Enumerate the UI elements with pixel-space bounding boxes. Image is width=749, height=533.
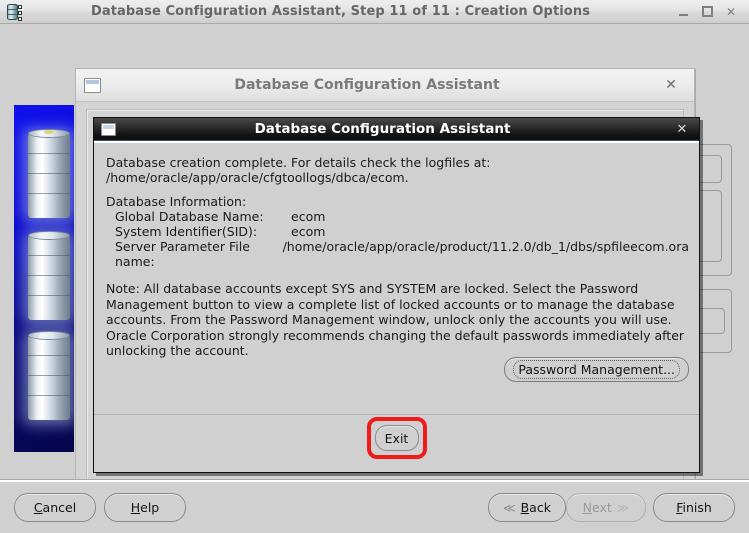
window-body: e... Database Configuration Assistant ✕ … <box>0 24 749 533</box>
close-icon[interactable]: ✕ <box>671 122 693 137</box>
close-icon[interactable]: ✕ <box>658 77 684 93</box>
window-controls: ✕ <box>677 6 737 18</box>
minimize-icon[interactable] <box>677 6 689 18</box>
wizard-button-bar: Cancel Help ≪ Back Next ≫ Finish <box>0 479 749 533</box>
exit-button-wrapper: Exit <box>366 417 427 459</box>
table-row: System Identifier(SID): ecom <box>106 224 689 239</box>
divider <box>0 479 749 480</box>
next-button: Next ≫ <box>566 493 646 522</box>
message-line-2: /home/oracle/app/oracle/cfgtoollogs/dbca… <box>106 170 409 185</box>
database-cylinder-icon <box>28 129 70 218</box>
completion-dialog-title: Database Configuration Assistant <box>254 121 511 137</box>
cancel-mnemonic: C <box>33 500 43 515</box>
info-value: ecom <box>291 209 326 224</box>
password-management-button-label: Password Management... <box>513 360 680 379</box>
info-value: /home/oracle/app/oracle/product/11.2.0/d… <box>282 239 689 254</box>
next-mnemonic: N <box>582 500 592 515</box>
completion-dialog-button-bar: Exit <box>94 414 699 472</box>
help-button[interactable]: Help <box>104 493 186 522</box>
finish-label: inish <box>682 500 712 515</box>
wizard-banner-graphic <box>14 105 74 452</box>
chevron-left-icon: ≪ <box>503 500 516 515</box>
message-line-1: Database creation complete. For details … <box>106 155 491 170</box>
help-label: elp <box>140 500 160 515</box>
table-row: Global Database Name: ecom <box>106 209 689 224</box>
cancel-button[interactable]: Cancel <box>14 493 96 522</box>
completion-dialog-body: Database creation complete. For details … <box>94 141 699 472</box>
completion-dialog: Database Configuration Assistant ✕ Datab… <box>93 117 700 473</box>
chevron-right-icon: ≫ <box>616 500 630 515</box>
screen: Database Configuration Assistant, Step 1… <box>0 0 749 533</box>
window-title: Database Configuration Assistant, Step 1… <box>90 4 591 19</box>
cancel-label: ancel <box>42 500 77 515</box>
database-icon <box>4 2 24 22</box>
database-info-heading: Database Information: <box>106 194 247 209</box>
completion-dialog-titlebar: Database Configuration Assistant ✕ <box>94 118 699 141</box>
middle-dialog-titlebar: Database Configuration Assistant ✕ <box>76 69 694 102</box>
close-icon[interactable]: ✕ <box>725 6 737 18</box>
exit-button[interactable]: Exit <box>374 425 419 451</box>
info-label: System Identifier(SID): <box>115 224 258 239</box>
table-row: Server Parameter File name: /home/oracle… <box>106 239 689 269</box>
database-cylinder-icon <box>28 231 70 320</box>
info-label: Server Parameter File name: <box>115 239 250 269</box>
database-cylinder-icon <box>28 331 70 420</box>
finish-button[interactable]: Finish <box>653 493 735 522</box>
help-mnemonic: H <box>130 500 141 515</box>
back-label: ack <box>529 500 551 515</box>
next-label: ext <box>592 500 612 515</box>
back-button[interactable]: ≪ Back <box>488 493 566 522</box>
info-value: ecom <box>291 224 326 239</box>
maximize-icon[interactable] <box>701 6 713 18</box>
window-icon <box>101 122 116 136</box>
window-icon <box>84 77 101 93</box>
middle-dialog-title: Database Configuration Assistant <box>234 77 500 93</box>
password-management-button[interactable]: Password Management... <box>504 357 689 382</box>
completion-message: Database creation complete. For details … <box>106 155 689 359</box>
info-label: Global Database Name: <box>115 209 264 224</box>
back-mnemonic: B <box>520 500 530 515</box>
database-info-table: Global Database Name: ecom System Identi… <box>106 209 689 269</box>
password-note-text: Note: All database accounts except SYS a… <box>106 281 685 358</box>
window-titlebar: Database Configuration Assistant, Step 1… <box>0 0 749 24</box>
